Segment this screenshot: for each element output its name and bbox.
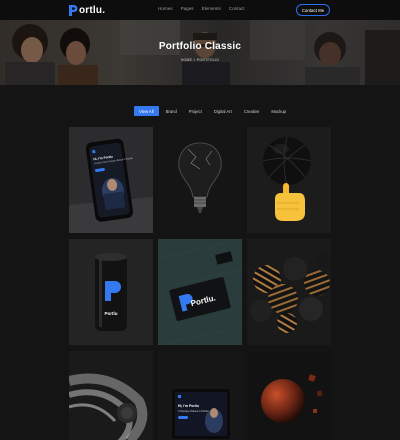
- portfolio-item-basketball-hand[interactable]: [247, 127, 331, 233]
- portfolio-item-soda-can[interactable]: Portlu: [69, 239, 153, 345]
- portfolio-filter-bar: View All Brand Project Digital Art Creat…: [134, 106, 291, 116]
- logo-p-icon: [69, 4, 78, 16]
- filter-digital-art[interactable]: Digital Art: [209, 106, 237, 116]
- filter-creative[interactable]: Creative: [239, 106, 265, 116]
- filter-project[interactable]: Project: [184, 106, 207, 116]
- page-title: Portfolio Classic: [158, 41, 242, 52]
- menu-item-pages[interactable]: Pages: [181, 6, 194, 11]
- laptop-subline: UI Designer Based in Florida: [178, 410, 209, 413]
- portfolio-item-business-card[interactable]: Portlu.: [158, 239, 242, 345]
- portfolio-item-phone-mockup[interactable]: Hi, I'm Portlu Creative Web Designer Bas…: [69, 127, 153, 233]
- spiral-image: [69, 351, 153, 440]
- business-card-image: Portlu.: [158, 239, 242, 345]
- menu-item-homes[interactable]: Homes: [158, 6, 173, 11]
- logo[interactable]: ortlu.: [68, 3, 105, 17]
- phone-mockup-image: Hi, I'm Portlu Creative Web Designer Bas…: [69, 127, 153, 233]
- hero-office-photo: [0, 20, 400, 85]
- filter-view-all[interactable]: View All: [134, 106, 159, 116]
- lightbulb-image: [158, 127, 242, 233]
- can-label: Portlu: [105, 311, 118, 316]
- portfolio-item-red-planet[interactable]: [247, 351, 331, 440]
- menu-item-elements[interactable]: Elements: [202, 6, 221, 11]
- portfolio-item-striped-spheres[interactable]: [247, 239, 331, 345]
- hero-banner: Portfolio Classic HOME > PORTFOLIO: [0, 20, 400, 85]
- laptop-image: Hi, I'm Portlu UI Designer Based in Flor…: [158, 351, 242, 440]
- red-planet-image: [247, 351, 331, 440]
- portfolio-item-laptop-mockup[interactable]: Hi, I'm Portlu UI Designer Based in Flor…: [158, 351, 242, 440]
- laptop-headline: Hi, I'm Portlu: [178, 404, 199, 408]
- portfolio-item-broken-lightbulb[interactable]: [158, 127, 242, 233]
- logo-text: ortlu.: [79, 4, 106, 16]
- portfolio-item-dark-spiral[interactable]: [69, 351, 153, 440]
- top-nav: ortlu. Homes Pages Elements Contact Cont…: [0, 0, 400, 20]
- main-menu: Homes Pages Elements Contact: [158, 6, 245, 11]
- basketball-image: [247, 127, 331, 233]
- menu-item-contact[interactable]: Contact: [229, 6, 245, 11]
- soda-can-image: Portlu: [69, 239, 153, 345]
- contact-me-button[interactable]: Contact Me: [296, 4, 330, 16]
- filter-mockup[interactable]: Mockup: [266, 106, 291, 116]
- breadcrumb: HOME > PORTFOLIO: [180, 58, 220, 62]
- filter-brand[interactable]: Brand: [161, 106, 182, 116]
- spheres-image: [247, 239, 331, 345]
